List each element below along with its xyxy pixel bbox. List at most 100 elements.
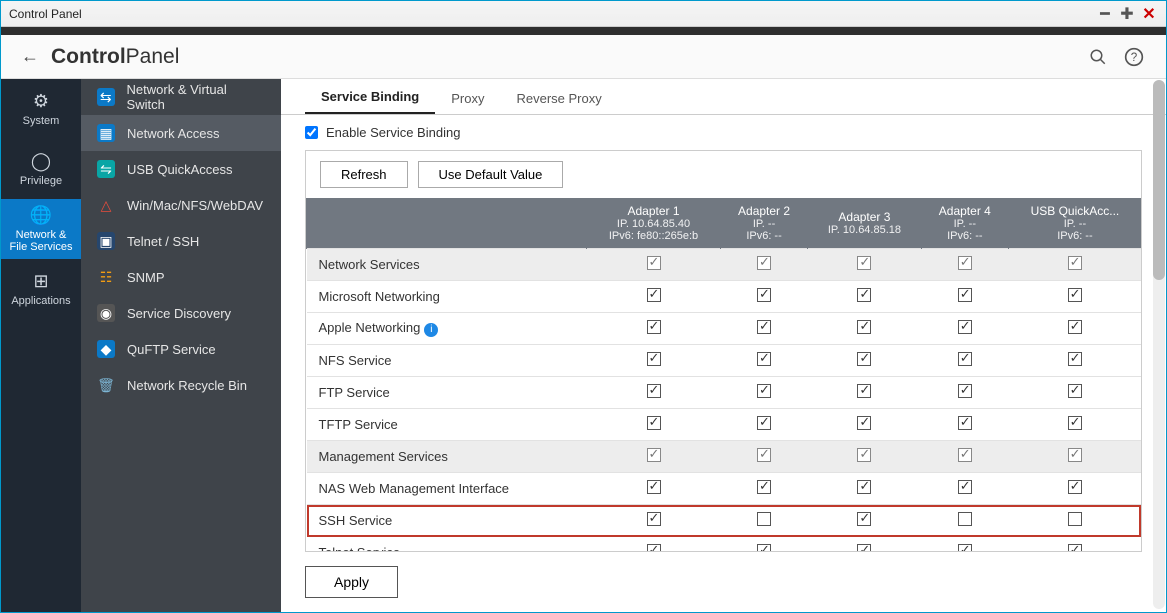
subnav-label: Service Discovery (127, 306, 231, 321)
use-default-value-button[interactable]: Use Default Value (418, 161, 564, 188)
checkbox[interactable] (857, 512, 871, 526)
tab-proxy[interactable]: Proxy (435, 83, 500, 114)
table-row: Microsoft Networking (307, 281, 1142, 313)
subnav-win-mac-nfs-webdav[interactable]: △Win/Mac/NFS/WebDAV (81, 187, 281, 223)
checkbox[interactable] (757, 416, 771, 430)
checkbox[interactable] (647, 416, 661, 430)
sub-nav: ⇆Network & Virtual Switch ▦Network Acces… (81, 79, 281, 612)
tab-reverse-proxy[interactable]: Reverse Proxy (500, 83, 617, 114)
checkbox[interactable] (647, 352, 661, 366)
nav-network-file-services[interactable]: 🌐Network &File Services (1, 199, 81, 259)
checkbox[interactable] (1068, 384, 1082, 398)
subnav-telnet-ssh[interactable]: ▣Telnet / SSH (81, 223, 281, 259)
checkbox[interactable] (757, 384, 771, 398)
apply-button[interactable]: Apply (305, 566, 398, 598)
table-row: FTP Service (307, 377, 1142, 409)
checkbox[interactable] (757, 480, 771, 494)
checkbox[interactable] (647, 384, 661, 398)
checkbox[interactable] (757, 512, 771, 526)
checkbox[interactable] (1068, 512, 1082, 526)
back-button[interactable]: ← (21, 46, 41, 67)
nav-system[interactable]: ⚙System (1, 79, 81, 139)
checkbox[interactable] (1068, 320, 1082, 334)
checkbox[interactable] (857, 544, 871, 552)
subnav-network-virtual-switch[interactable]: ⇆Network & Virtual Switch (81, 79, 281, 115)
svg-text:?: ? (1131, 51, 1138, 64)
minimize-button[interactable]: ━ (1096, 5, 1114, 23)
subnav-label: QuFTP Service (127, 342, 216, 357)
checkbox[interactable] (1068, 256, 1082, 270)
checkbox[interactable] (1068, 480, 1082, 494)
refresh-button[interactable]: Refresh (320, 161, 408, 188)
checkbox[interactable] (757, 320, 771, 334)
header: ← ControlPanel ? (1, 35, 1166, 79)
subnav-service-discovery[interactable]: ◉Service Discovery (81, 295, 281, 331)
checkbox[interactable] (647, 448, 661, 462)
subnav-quftp-service[interactable]: ◆ QuFTP Service (81, 331, 281, 367)
checkbox[interactable] (647, 320, 661, 334)
checkbox[interactable] (958, 256, 972, 270)
subnav-label: Win/Mac/NFS/WebDAV (127, 198, 263, 213)
nav-applications[interactable]: ⊞Applications (1, 259, 81, 319)
checkbox[interactable] (857, 320, 871, 334)
search-icon[interactable] (1086, 45, 1110, 69)
checkbox[interactable] (757, 448, 771, 462)
checkbox[interactable] (757, 256, 771, 270)
table-row: Apple Networkingi (307, 313, 1142, 345)
checkbox[interactable] (958, 384, 972, 398)
window-title: Control Panel (9, 7, 82, 21)
checkbox[interactable] (757, 352, 771, 366)
apps-icon: ⊞ (33, 271, 48, 292)
checkbox[interactable] (958, 288, 972, 302)
subnav-network-access[interactable]: ▦Network Access (81, 115, 281, 151)
checkbox[interactable] (958, 544, 972, 552)
checkbox[interactable] (857, 416, 871, 430)
tab-service-binding[interactable]: Service Binding (305, 81, 435, 114)
checkbox[interactable] (857, 256, 871, 270)
titlebar[interactable]: Control Panel ━ ✚ ✕ (1, 1, 1166, 27)
help-icon[interactable]: ? (1122, 45, 1146, 69)
scrollbar-thumb[interactable] (1153, 80, 1165, 280)
checkbox[interactable] (647, 480, 661, 494)
checkbox[interactable] (1068, 416, 1082, 430)
nav-privilege[interactable]: ◯Privilege (1, 139, 81, 199)
checkbox[interactable] (958, 480, 972, 494)
bars-icon: ☷ (97, 268, 115, 286)
terminal-icon: ▣ (97, 232, 115, 250)
checkbox[interactable] (647, 256, 661, 270)
subnav-usb-quickaccess[interactable]: ⇋USB QuickAccess (81, 151, 281, 187)
checkbox[interactable] (958, 320, 972, 334)
subnav-snmp[interactable]: ☷SNMP (81, 259, 281, 295)
service-binding-table: Adapter 1IP. 10.64.85.40IPv6: fe80::265e… (306, 198, 1141, 552)
tabs: Service Binding Proxy Reverse Proxy (281, 79, 1166, 115)
checkbox[interactable] (857, 448, 871, 462)
checkbox[interactable] (757, 544, 771, 552)
checkbox[interactable] (958, 512, 972, 526)
enable-service-binding-checkbox[interactable] (305, 126, 318, 139)
maximize-button[interactable]: ✚ (1118, 5, 1136, 23)
nav-label: Network &File Services (10, 229, 73, 253)
checkbox[interactable] (857, 352, 871, 366)
ftp-icon: ◆ (97, 340, 115, 358)
checkbox[interactable] (857, 384, 871, 398)
service-label: FTP Service (307, 377, 587, 409)
subnav-label: USB QuickAccess (127, 162, 232, 177)
service-label: NFS Service (307, 345, 587, 377)
checkbox[interactable] (958, 352, 972, 366)
checkbox[interactable] (1068, 448, 1082, 462)
checkbox[interactable] (647, 288, 661, 302)
checkbox[interactable] (757, 288, 771, 302)
subnav-network-recycle-bin[interactable]: 🗑Network Recycle Bin (81, 367, 281, 403)
checkbox[interactable] (647, 544, 661, 552)
checkbox[interactable] (1068, 288, 1082, 302)
service-label: Apple Networkingi (307, 313, 587, 345)
close-button[interactable]: ✕ (1140, 5, 1158, 23)
checkbox[interactable] (857, 480, 871, 494)
checkbox[interactable] (1068, 352, 1082, 366)
info-icon[interactable]: i (424, 323, 438, 337)
checkbox[interactable] (958, 416, 972, 430)
checkbox[interactable] (958, 448, 972, 462)
checkbox[interactable] (857, 288, 871, 302)
checkbox[interactable] (1068, 544, 1082, 552)
checkbox[interactable] (647, 512, 661, 526)
